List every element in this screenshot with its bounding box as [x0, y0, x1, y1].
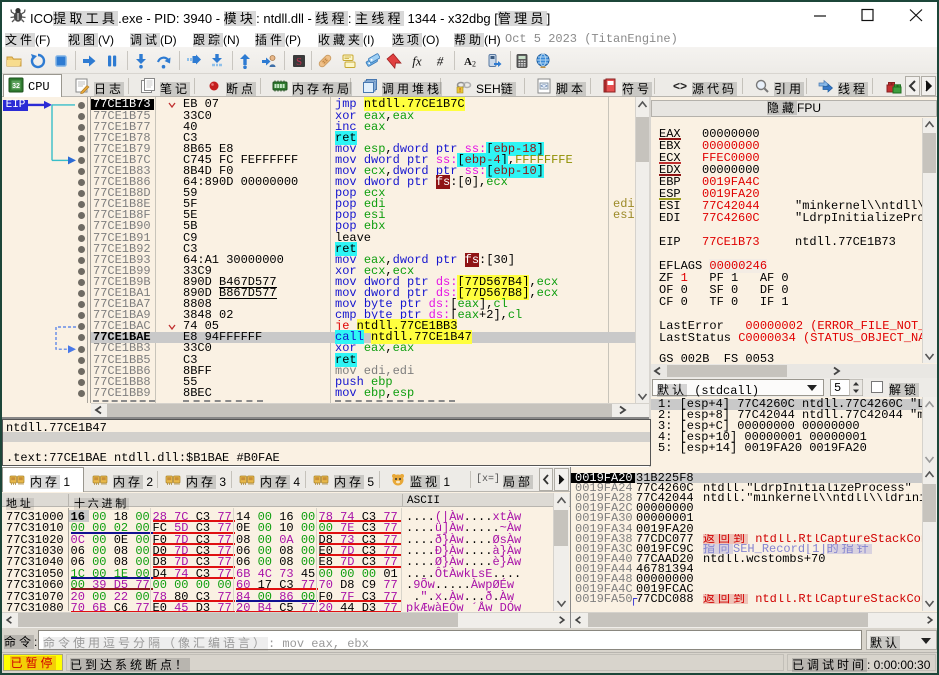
- svg-text:<>: <>: [540, 84, 548, 90]
- svg-text:!: !: [459, 88, 461, 94]
- svg-text:2: 2: [472, 60, 476, 69]
- svg-text:fx: fx: [412, 54, 422, 69]
- svg-text:32: 32: [12, 83, 20, 90]
- svg-text:#: #: [437, 54, 444, 69]
- svg-text:S: S: [296, 56, 302, 68]
- svg-text:A: A: [464, 56, 472, 68]
- svg-text:<>: <>: [673, 79, 687, 93]
